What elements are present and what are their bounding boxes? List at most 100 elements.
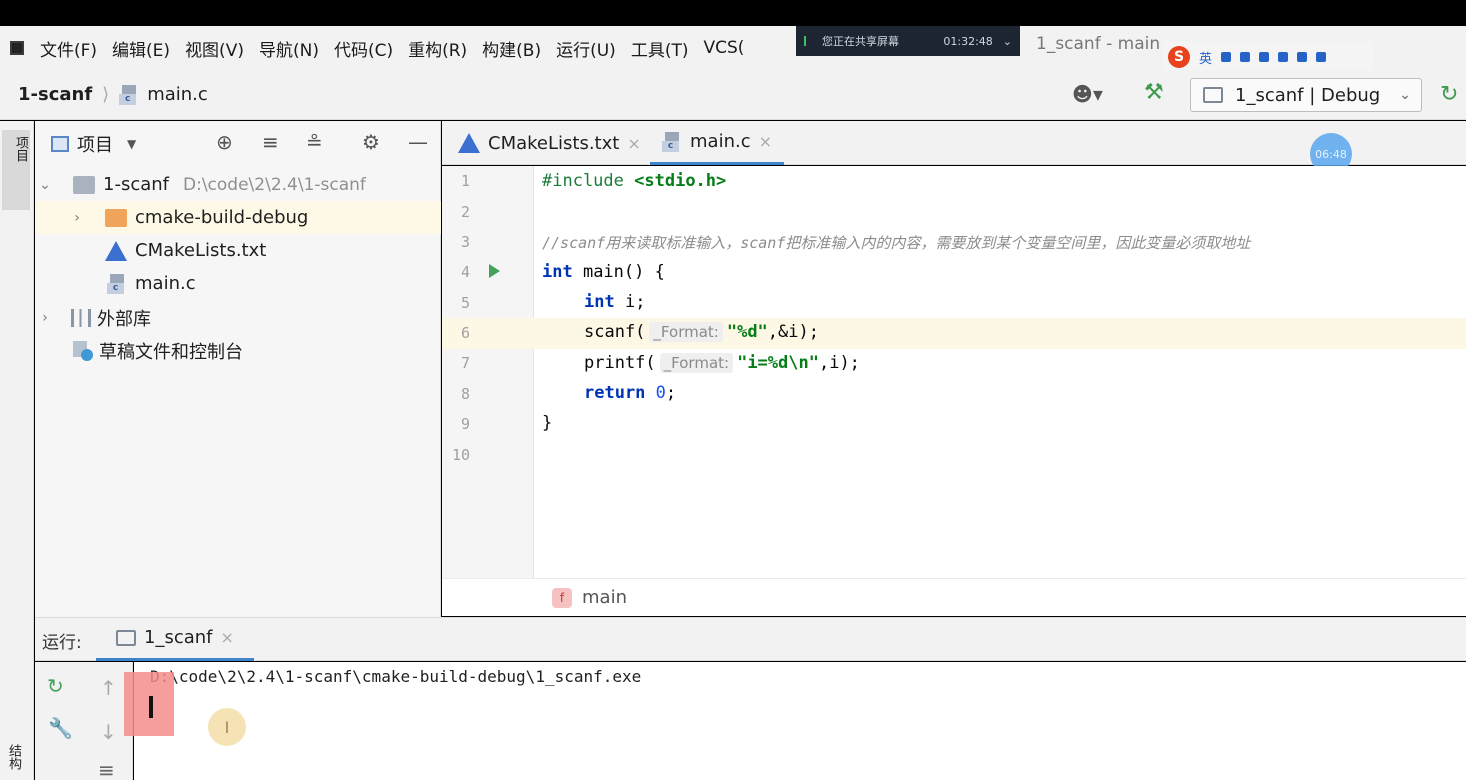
menu-view[interactable]: 视图(V) [185, 36, 244, 61]
code-line-1: #include <stdio.h> [542, 171, 726, 191]
tree-item-label: CMakeLists.txt [135, 240, 267, 261]
menu-code[interactable]: 代码(C) [334, 36, 393, 61]
menu-refactor[interactable]: 重构(R) [408, 36, 467, 61]
emoji-icon[interactable] [1240, 52, 1251, 62]
microphone-icon[interactable] [1259, 52, 1270, 62]
breadcrumb-project[interactable]: 1-scanf [18, 84, 92, 105]
breadcrumb-separator-icon: ⟩ [102, 84, 110, 105]
soft-wrap-icon[interactable]: ≡ [98, 758, 115, 780]
close-icon[interactable]: × [627, 134, 640, 153]
line-number: 1 [460, 172, 470, 190]
caret-down-icon[interactable]: ▼ [127, 137, 136, 151]
line-number: 8 [460, 385, 470, 403]
ime-toolbar[interactable]: S 英 [1162, 42, 1374, 72]
code-text: printf( [584, 353, 656, 373]
folder-icon [105, 208, 127, 227]
chevron-down-icon[interactable]: ⌄ [37, 177, 53, 193]
close-icon[interactable]: × [759, 132, 772, 151]
locate-icon[interactable]: ⊕ [216, 130, 233, 154]
ime-language-label[interactable]: 英 [1199, 48, 1212, 67]
hide-icon[interactable]: — [408, 130, 428, 154]
c-file-icon: c [662, 131, 682, 152]
hammer-icon[interactable]: ⚒ [1144, 80, 1164, 105]
ime-logo-icon[interactable]: S [1168, 46, 1190, 68]
tree-item-scratches[interactable]: 草稿文件和控制台 [35, 334, 441, 367]
project-panel-header: 项目 ▼ [35, 124, 441, 164]
console-exe-path: D:\code\2\2.4\1-scanf\cmake-build-debug\… [150, 667, 642, 686]
rerun-icon[interactable]: ↻ [47, 674, 64, 698]
line-number: 10 [451, 446, 470, 464]
chevron-down-icon[interactable]: ⌄ [1003, 35, 1012, 48]
user-icon[interactable]: ☻▾ [1072, 82, 1103, 106]
run-tab-label: 1_scanf [144, 627, 213, 648]
screen-share-overlay[interactable]: 您正在共享屏幕 01:32:48 ⌄ [796, 26, 1020, 56]
editor-breadcrumb: f main [442, 578, 1466, 616]
menu-file[interactable]: 文件(F) [40, 36, 97, 61]
tab-cmakelists[interactable]: CMakeLists.txt × [446, 121, 653, 165]
code-line-9: } [542, 413, 552, 433]
wrench-icon[interactable]: 🔧 [48, 716, 73, 740]
tree-item-label: 1-scanf [103, 174, 169, 195]
top-strip [0, 0, 1466, 26]
menu-tools[interactable]: 工具(T) [631, 36, 689, 61]
tab-main-c[interactable]: c main.c × [650, 121, 784, 165]
tree-item-main-c[interactable]: c main.c [35, 267, 441, 300]
code-text: ; [665, 383, 677, 403]
rerun-icon[interactable]: ↻ [1440, 82, 1458, 107]
code-text: ,i); [818, 353, 860, 373]
breadcrumb-file[interactable]: main.c [147, 84, 208, 105]
close-icon[interactable]: × [221, 628, 234, 647]
editor-gutter [442, 166, 534, 578]
tree-item-external-libraries[interactable]: › 外部库 [35, 301, 441, 334]
line-number: 7 [460, 354, 470, 372]
line-number: 5 [460, 294, 470, 312]
arrow-down-icon[interactable]: ↓ [100, 720, 117, 744]
run-config-icon [116, 629, 136, 646]
include-header: <stdio.h> [634, 171, 727, 191]
menu-run[interactable]: 运行(U) [556, 36, 616, 61]
project-tool-button[interactable]: 项目 [2, 130, 30, 210]
tree-item-cmakelists[interactable]: CMakeLists.txt [35, 234, 441, 267]
run-config-selector[interactable]: 1_scanf | Debug ⌄ [1190, 78, 1422, 112]
code-line-4: int main() { [542, 262, 665, 282]
string-literal: "%d" [726, 322, 768, 342]
run-tab[interactable]: 1_scanf × [96, 617, 254, 661]
tree-item-label: cmake-build-debug [135, 207, 309, 228]
left-tool-stripe [0, 121, 34, 780]
project-panel-title[interactable]: 项目 [77, 131, 113, 157]
code-comment: //scanf用来读取标准输入，scanf把标准输入内的内容，需要放到某个变量空… [542, 234, 1251, 252]
play-icon[interactable] [489, 264, 500, 278]
menu-build[interactable]: 构建(B) [482, 36, 541, 61]
chevron-right-icon[interactable]: › [37, 310, 53, 326]
punctuation-icon[interactable] [1221, 52, 1232, 62]
arrow-up-icon[interactable]: ↑ [100, 676, 117, 700]
tree-item-label: 草稿文件和控制台 [99, 341, 243, 363]
keyword: int [584, 292, 615, 312]
project-view-icon [51, 136, 69, 152]
menu-vcs[interactable]: VCS( [703, 38, 744, 58]
structure-tool-button[interactable]: 结构 [4, 744, 23, 770]
collapse-all-icon[interactable]: ≗ [306, 130, 323, 154]
menu-navigate[interactable]: 导航(N) [259, 36, 319, 61]
tree-item-cmake-build-debug[interactable]: › cmake-build-debug [35, 201, 441, 234]
keyboard-icon[interactable] [1278, 52, 1289, 62]
expand-all-icon[interactable]: ≡ [262, 130, 279, 154]
code-text: scanf( [584, 322, 646, 342]
gear-icon[interactable]: ⚙ [362, 130, 380, 154]
toolbox-icon[interactable] [1316, 52, 1327, 62]
library-icon [71, 308, 91, 327]
line-number: 4 [460, 263, 470, 281]
keyword: return [584, 383, 646, 403]
code-text: } [542, 413, 553, 433]
breadcrumb-function[interactable]: main [582, 587, 627, 608]
mouse-cursor-highlight: I [208, 708, 246, 746]
tree-item-label: 外部库 [97, 308, 151, 330]
console-caret[interactable] [149, 696, 153, 718]
keyword: int [542, 262, 573, 282]
signal-icon [804, 36, 814, 46]
menu-edit[interactable]: 编辑(E) [112, 36, 170, 61]
chevron-right-icon[interactable]: › [69, 210, 85, 226]
skin-icon[interactable] [1297, 52, 1308, 62]
code-text: i; [614, 292, 646, 312]
tree-item-project-root[interactable]: ⌄ 1-scanf D:\code\2\2.4\1-scanf [35, 168, 441, 201]
